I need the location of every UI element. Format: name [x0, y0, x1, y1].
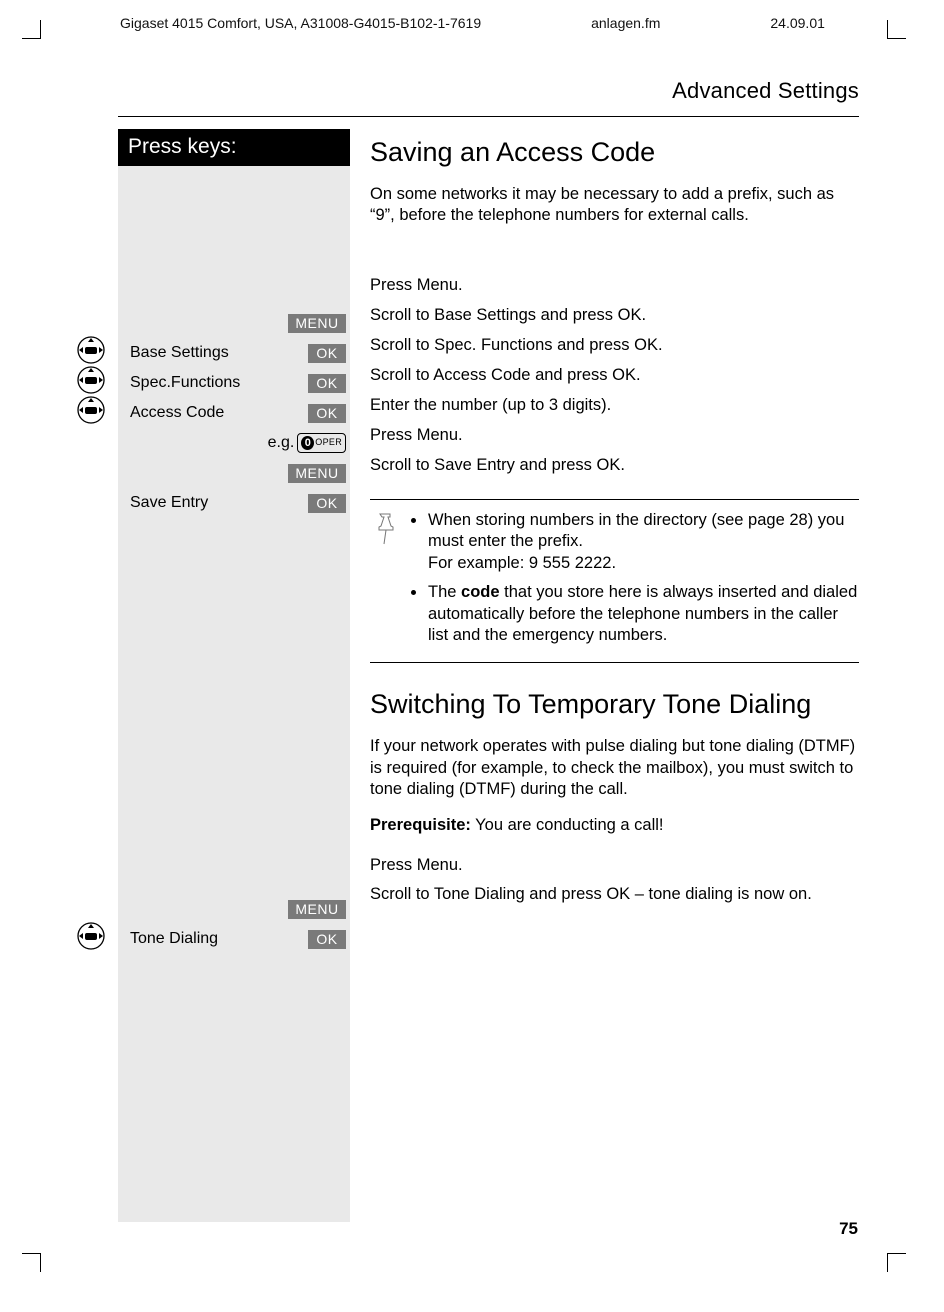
page: Gigaset 4015 Comfort, USA, A31008-G4015-… — [0, 0, 944, 1312]
header-date: 24.09.01 — [770, 14, 825, 32]
crop-mark-icon — [22, 1253, 41, 1272]
menu-softkey: MENU — [288, 900, 346, 919]
step-text: Press Menu. — [370, 271, 859, 301]
step-text: Scroll to Base Settings and press OK. — [370, 301, 859, 331]
ok-softkey: OK — [308, 374, 346, 393]
note-box: When storing numbers in the directory (s… — [370, 499, 859, 664]
header-doc: Gigaset 4015 Comfort, USA, A31008-G4015-… — [120, 14, 481, 32]
step-text: Scroll to Tone Dialing and press OK – to… — [370, 880, 859, 905]
menu-item-label: Spec.Functions — [118, 373, 308, 394]
pushpin-icon — [370, 508, 410, 653]
body-text: On some networks it may be necessary to … — [370, 184, 859, 227]
step-text: Enter the number (up to 3 digits). — [370, 391, 859, 421]
ok-softkey: OK — [308, 930, 346, 949]
zero-oper-key-icon: 0OPER — [297, 433, 346, 453]
step-text: Scroll to Spec. Functions and press OK. — [370, 331, 859, 361]
menu-item-label: Access Code — [118, 403, 308, 424]
divider — [118, 116, 859, 117]
menu-softkey: MENU — [288, 464, 346, 483]
body-text: Prerequisite: You are conducting a call! — [370, 815, 859, 836]
note-item: When storing numbers in the directory (s… — [428, 508, 859, 574]
menu-softkey: MENU — [288, 314, 346, 333]
section-heading: Saving an Access Code — [370, 135, 859, 170]
steps-column: Press keys: MENU Base Settings OK — [70, 129, 356, 1222]
menu-item-label: Tone Dialing — [118, 929, 308, 950]
note-item: The code that you store here is always i… — [428, 580, 859, 646]
body-text: If your network operates with pulse dial… — [370, 736, 859, 800]
crop-mark-icon — [887, 1253, 906, 1272]
header-file: anlagen.fm — [591, 14, 660, 32]
page-number: 75 — [839, 1218, 858, 1240]
ok-softkey: OK — [308, 494, 346, 513]
press-keys-heading: Press keys: — [118, 129, 350, 166]
nav-key-icon — [76, 395, 106, 431]
crop-mark-icon — [22, 20, 41, 39]
content-column: Saving an Access Code On some networks i… — [356, 129, 884, 1222]
ok-softkey: OK — [308, 404, 346, 423]
running-header: Gigaset 4015 Comfort, USA, A31008-G4015-… — [120, 14, 884, 32]
crop-mark-icon — [887, 20, 906, 39]
section-heading: Switching To Temporary Tone Dialing — [370, 687, 859, 722]
ok-softkey: OK — [308, 344, 346, 363]
eg-label: e.g. — [268, 433, 295, 454]
step-text: Scroll to Access Code and press OK. — [370, 361, 859, 391]
nav-key-icon — [76, 921, 106, 957]
breadcrumb: Advanced Settings — [70, 77, 859, 106]
step-text: Press Menu. — [370, 850, 859, 880]
step-text: Scroll to Save Entry and press OK. — [370, 451, 859, 481]
step-text: Press Menu. — [370, 421, 859, 451]
menu-item-label: Save Entry — [118, 493, 308, 514]
menu-item-label: Base Settings — [118, 343, 308, 364]
